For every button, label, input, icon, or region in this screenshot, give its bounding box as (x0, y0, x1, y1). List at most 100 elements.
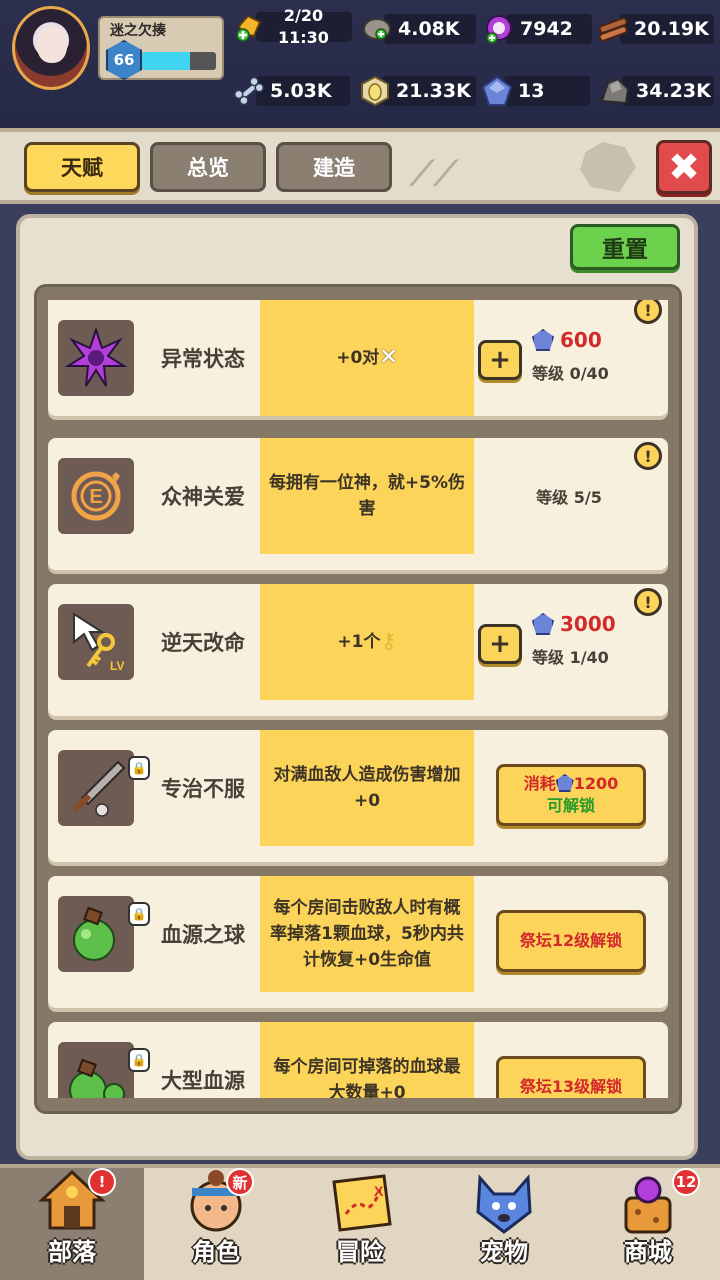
tab-overview[interactable]: 总览 (150, 142, 266, 192)
talent-desc: 对满血敌人造成伤害增加+0 (260, 730, 474, 846)
gem-icon (555, 774, 574, 792)
lock-icon: 🔒 (128, 756, 150, 780)
nav-badge: ! (88, 1168, 116, 1196)
talent-row-status-effect: 异常状态 +0对 ✕ ! + 600 等级 0/40 (48, 300, 668, 416)
player-avatar[interactable] (12, 6, 90, 90)
ore-value: 34.23K (636, 80, 711, 102)
bottom-nav: ! 部落 新 角色 X 冒险 宠物 12 商城 (0, 1164, 720, 1280)
upgrade-plus-button[interactable]: + (478, 340, 522, 380)
stone-resource[interactable]: 4.08K (360, 12, 476, 46)
nav-shop[interactable]: 12 商城 (576, 1168, 720, 1280)
gem-icon (532, 613, 554, 635)
stamina-resource[interactable]: 2/20 11:30 (232, 6, 352, 47)
tab-build[interactable]: 建造 (276, 142, 392, 192)
egg-coin-resource[interactable]: 21.33K (358, 74, 476, 108)
ore-icon (598, 74, 632, 108)
talent-name: 血源之球 (161, 923, 245, 947)
gem-resource[interactable]: 13 (480, 74, 590, 108)
avatar-face (37, 27, 67, 63)
close-icon: ✖ (668, 145, 700, 189)
talent-name: 异常状态 (161, 347, 245, 371)
close-button[interactable]: ✖ (656, 140, 712, 194)
adventure-map-icon: X (324, 1170, 396, 1236)
nav-pet[interactable]: 宠物 (432, 1168, 576, 1280)
fate-key-icon: LV (58, 604, 134, 680)
beast-head-decoration (580, 142, 636, 192)
crossed-swords-icon: ✕ (379, 345, 398, 370)
tab-bar: 天赋 总览 建造 ⟋⟋ ✖ (0, 128, 720, 204)
nav-badge: 新 (226, 1168, 254, 1196)
nav-label: 宠物 (480, 1238, 528, 1266)
talent-row-sword: 🔒 专治不服 对满血敌人造成伤害增加+0 消耗 1200 可解锁 (48, 730, 668, 862)
alert-icon[interactable]: ! (634, 588, 662, 616)
nav-label: 部落 (48, 1238, 96, 1266)
alert-icon[interactable]: ! (634, 300, 662, 324)
purple-orb-resource[interactable]: 7942 (482, 12, 592, 46)
xp-bar (142, 52, 216, 70)
nav-tribe[interactable]: ! 部落 (0, 1168, 144, 1280)
talent-name: 众神关爱 (161, 485, 245, 509)
purple-orb-icon (482, 12, 516, 46)
unlock-button[interactable]: 消耗 1200 可解锁 (496, 764, 646, 826)
talent-level: 等级 0/40 (532, 364, 609, 383)
talent-desc: 每拥有一位神，就+5%伤害 (260, 438, 474, 554)
upgrade-plus-button[interactable]: + (478, 624, 522, 664)
svg-text:X: X (374, 1183, 384, 1199)
gem-icon (532, 329, 554, 351)
gem-icon (480, 74, 514, 108)
svg-text:LV: LV (110, 659, 124, 673)
talent-name: 逆天改命 (161, 631, 245, 655)
talent-list[interactable]: 异常状态 +0对 ✕ ! + 600 等级 0/40 E 众神关爱 每拥有一位神… (44, 300, 672, 1098)
nav-adventure[interactable]: X 冒险 (288, 1168, 432, 1280)
purple-orb-value: 7942 (520, 18, 573, 40)
wood-icon (596, 12, 630, 46)
ore-resource[interactable]: 34.23K (598, 74, 714, 108)
talent-row-blood-orb: 🔒 血源之球 每个房间击败敌人时有概率掉落1颗血球，5秒内共计恢复+0生命值 祭… (48, 876, 668, 1008)
tab-talent[interactable]: 天赋 (24, 142, 140, 192)
stamina-value: 2/20 (283, 6, 324, 25)
sword-icon: 🔒 (58, 750, 150, 826)
svg-text:E: E (89, 486, 102, 508)
top-bar: 迷之欠揍 66 2/20 11:30 4.08K 7942 20.19K 5.0… (0, 0, 720, 130)
talent-desc: +0对 ✕ (260, 300, 474, 416)
upgrade-cost-value: 3000 (560, 612, 616, 636)
talent-desc: 每个房间可掉落的血球最大数量+0 (260, 1022, 474, 1098)
stone-value: 4.08K (398, 18, 460, 40)
lock-icon: 🔒 (128, 1048, 150, 1072)
talent-name: 大型血源 (161, 1069, 245, 1093)
nav-label: 商城 (624, 1238, 672, 1266)
reset-button[interactable]: 重置 (570, 224, 680, 270)
stamina-icon (232, 10, 266, 44)
unlock-label: 祭坛13级解锁 (519, 1077, 623, 1096)
xp-bar-fill (142, 52, 191, 70)
key-icon: ⚷ (380, 629, 397, 654)
talent-level: 等级 1/40 (532, 648, 609, 667)
talent-row-large-blood-orb: 🔒 大型血源 每个房间可掉落的血球最大数量+0 祭坛13级解锁 (48, 1022, 668, 1098)
unlock-button[interactable]: 祭坛12级解锁 (496, 910, 646, 972)
nav-badge: 12 (672, 1168, 700, 1196)
talent-desc: +1个 ⚷ (260, 584, 474, 700)
wood-resource[interactable]: 20.19K (596, 12, 714, 46)
bone-resource[interactable]: 5.03K (232, 74, 350, 108)
unlock-button[interactable]: 祭坛13级解锁 (496, 1056, 646, 1098)
nav-label: 冒险 (336, 1238, 384, 1266)
egg-coin-icon (358, 74, 392, 108)
large-blood-orb-icon: 🔒 (58, 1042, 150, 1098)
lock-icon: 🔒 (128, 902, 150, 926)
talent-desc: 每个房间击败敌人时有概率掉落1颗血球，5秒内共计恢复+0生命值 (260, 876, 474, 992)
unlock-cost-prefix: 消耗 (523, 774, 556, 793)
unlock-cost-value: 1200 (573, 774, 619, 793)
upgrade-cost: 3000 (532, 610, 616, 638)
unlock-cost: 消耗 1200 (523, 773, 619, 795)
bone-value: 5.03K (270, 80, 332, 102)
upgrade-cost-value: 600 (560, 328, 602, 352)
nav-character[interactable]: 新 角色 (144, 1168, 288, 1280)
player-name: 迷之欠揍 (110, 23, 166, 39)
talent-name: 专治不服 (161, 777, 245, 801)
blood-orb-icon: 🔒 (58, 896, 150, 972)
status-effect-icon (58, 320, 134, 396)
bone-icon (232, 74, 266, 108)
upgrade-cost: 600 (532, 326, 602, 354)
pet-icon (468, 1170, 540, 1236)
talent-row-god-favor: E 众神关爱 每拥有一位神，就+5%伤害 ! 等级 5/5 (48, 438, 668, 570)
